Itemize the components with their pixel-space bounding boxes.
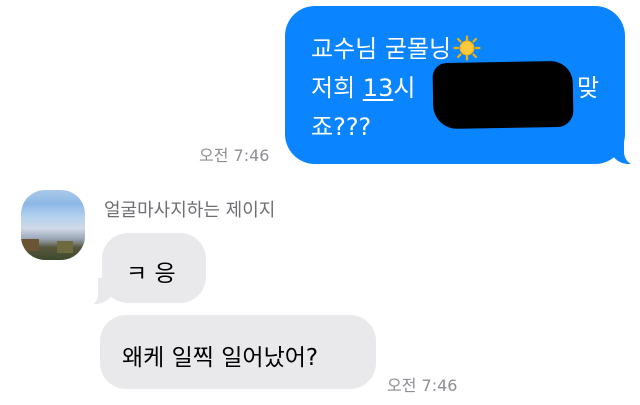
incoming-timestamp: 오전 7:46: [387, 376, 458, 395]
outgoing-bubble-tail-mask: [624, 130, 640, 166]
outgoing-line2-suffix: 시: [393, 74, 416, 102]
incoming-bubble-tail-mask: [78, 268, 98, 308]
outgoing-message-line-2: 저희 13시: [311, 72, 415, 104]
outgoing-line2-end: 맞: [577, 74, 600, 102]
outgoing-timestamp: 오전 7:46: [199, 146, 270, 165]
sun-emoji-icon: [453, 35, 481, 61]
outgoing-greeting-text: 교수님 굳몰닝: [311, 35, 452, 63]
outgoing-message-line-3: 죠???: [311, 113, 372, 141]
incoming-message-text: ㅋ 응: [126, 261, 176, 287]
incoming-message-bubble[interactable]: ㅋ 응: [102, 233, 206, 303]
avatar-pixel-block: [21, 239, 39, 251]
incoming-message-bubble[interactable]: 왜케 일찍 일어났어?: [100, 315, 376, 389]
avatar-pixel-block: [57, 241, 73, 253]
incoming-message-text: 왜케 일찍 일어났어?: [122, 345, 319, 371]
outgoing-message-bubble[interactable]: 교수님 굳몰닝 저희 13시 맞 죠???: [285, 6, 625, 164]
outgoing-line2-prefix: 저희: [311, 74, 363, 102]
redaction-mark: [432, 60, 574, 130]
sender-name: 얼굴마사지하는 제이지: [104, 200, 276, 221]
sender-avatar[interactable]: [21, 190, 85, 260]
outgoing-message-line-1: 교수님 굳몰닝: [311, 33, 481, 65]
time-link[interactable]: 13: [363, 74, 394, 102]
